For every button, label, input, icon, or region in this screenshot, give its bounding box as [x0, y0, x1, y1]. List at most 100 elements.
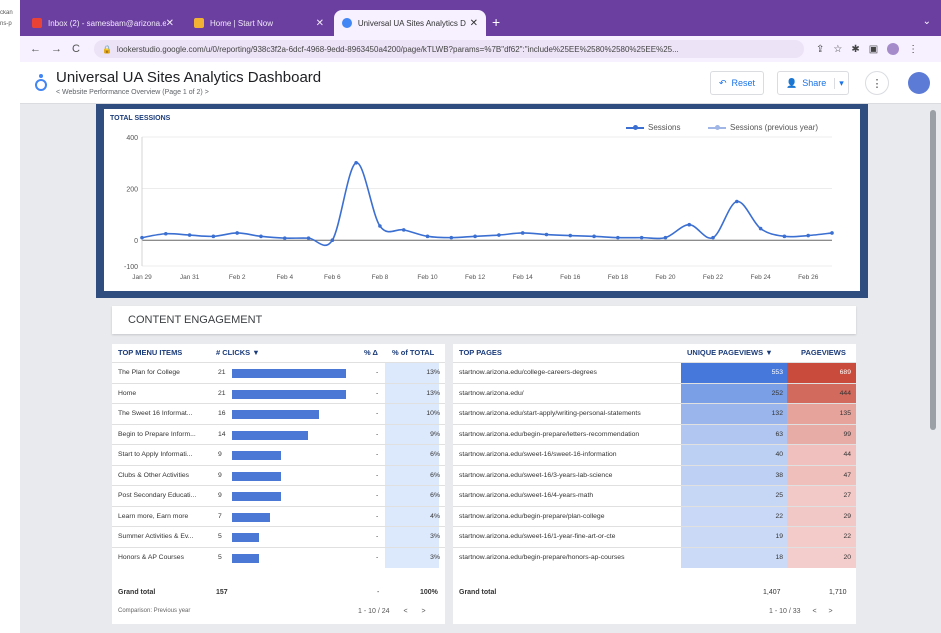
page-path[interactable]: startnow.arizona.edu/begin-prepare/lette…: [459, 425, 677, 445]
col-header-page[interactable]: TOP PAGES: [459, 344, 502, 362]
table-row[interactable]: Learn more, Earn more 7 - 4%: [112, 505, 445, 527]
page-path[interactable]: startnow.arizona.edu/: [459, 384, 677, 404]
table-row[interactable]: startnow.arizona.edu/sweet-16/4-years-ma…: [453, 485, 856, 506]
star-icon[interactable]: ☆: [833, 44, 842, 55]
click-bar: [232, 451, 281, 460]
share-label: Share: [802, 78, 827, 88]
close-icon[interactable]: ✕: [166, 18, 174, 29]
pager-range: 1 - 10 / 33: [769, 608, 801, 615]
chevron-down-icon[interactable]: ⌄: [923, 16, 931, 27]
share-page-icon[interactable]: ⇪: [816, 44, 824, 55]
tab-analytics-dashboard[interactable]: Universal UA Sites Analytics D ✕: [334, 10, 486, 36]
table-row[interactable]: Summer Activities & Ev... 5 - 3%: [112, 526, 445, 547]
data-point: [616, 235, 620, 240]
page-navigator[interactable]: < Website Performance Overview (Page 1 o…: [56, 89, 209, 96]
pageviews: 27: [843, 492, 851, 499]
x-tick-label: Feb 12: [465, 274, 486, 281]
table-row[interactable]: startnow.arizona.edu/college-careers-deg…: [453, 362, 856, 383]
chevron-down-icon[interactable]: ▾: [834, 77, 844, 89]
table-row[interactable]: Start to Apply Informati... 9 - 6%: [112, 444, 445, 465]
data-point: [163, 231, 168, 236]
col-header-pct-total[interactable]: % of TOTAL: [392, 344, 434, 362]
page-path[interactable]: startnow.arizona.edu/sweet-16/sweet-16-i…: [459, 445, 677, 465]
table-row[interactable]: The Sweet 16 Informat... 16 - 10%: [112, 403, 445, 424]
pages-pager: 1 - 10 / 33 < >: [769, 608, 833, 615]
data-point: [568, 233, 573, 238]
chevron-right-icon[interactable]: >: [205, 89, 209, 96]
back-arrow-icon[interactable]: ←: [30, 43, 41, 55]
col-header-clicks[interactable]: # CLICKS ▼: [216, 344, 260, 362]
close-icon[interactable]: ✕: [316, 18, 324, 29]
reload-icon[interactable]: C: [72, 43, 80, 55]
menu-item-name: Honors & AP Courses: [118, 553, 184, 561]
table-row[interactable]: Home 21 - 13%: [112, 382, 445, 404]
table-row[interactable]: startnow.arizona.edu/sweet-16/3-years-la…: [453, 464, 856, 486]
more-options-button[interactable]: ⋮: [865, 71, 889, 95]
page-path[interactable]: startnow.arizona.edu/sweet-16/4-years-ma…: [459, 486, 677, 506]
table-row[interactable]: startnow.arizona.edu/begin-prepare/plan-…: [453, 505, 856, 527]
reset-button[interactable]: ↶ Reset: [710, 71, 765, 95]
click-count: 9: [218, 451, 222, 458]
table-row[interactable]: Post Secondary Educati... 9 - 6%: [112, 485, 445, 506]
tab-home-title: Home | Start Now: [210, 18, 273, 28]
col-header-delta[interactable]: % Δ: [364, 344, 378, 362]
chevron-right-icon[interactable]: >: [422, 608, 426, 615]
table-row[interactable]: startnow.arizona.edu/start-apply/writing…: [453, 403, 856, 424]
forward-arrow-icon[interactable]: →: [51, 43, 62, 55]
menu-item-name: The Sweet 16 Informat...: [118, 410, 193, 417]
gmail-icon: [32, 18, 42, 28]
url-bar[interactable]: 🔒 lookerstudio.google.com/u/0/reporting/…: [93, 40, 804, 58]
share-button[interactable]: 👤 Share ▾: [777, 71, 849, 95]
data-point: [378, 224, 382, 228]
page-path[interactable]: startnow.arizona.edu/sweet-16/1-year-fin…: [459, 527, 677, 547]
col-header-menu-item[interactable]: TOP MENU ITEMS: [118, 344, 182, 362]
page-path[interactable]: startnow.arizona.edu/begin-prepare/honor…: [459, 548, 677, 568]
sidepanel-icon[interactable]: ▣: [869, 44, 878, 55]
tab-bar: Inbox (2) - samesbam@arizona.ed ✕ Home |…: [20, 6, 941, 36]
col-header-unique-pageviews[interactable]: UNIQUE PAGEVIEWS ▼: [687, 344, 773, 362]
tab-gmail[interactable]: Inbox (2) - samesbam@arizona.ed ✕: [24, 10, 182, 36]
chevron-right-icon[interactable]: >: [829, 608, 833, 615]
toolbar-icons: ⇪ ☆ ✱ ▣ ⋮: [816, 43, 918, 55]
scrollbar[interactable]: [930, 110, 938, 430]
menu-item-name: Begin to Prepare Inform...: [118, 430, 196, 438]
sessions-chart[interactable]: TOTAL SESSIONS Sessions Sessions (previo…: [104, 109, 860, 291]
click-bar: [232, 410, 319, 419]
page-path[interactable]: startnow.arizona.edu/start-apply/writing…: [459, 404, 677, 424]
table-row[interactable]: startnow.arizona.edu/begin-prepare/lette…: [453, 423, 856, 445]
more-icon[interactable]: ⋮: [908, 44, 918, 55]
pageviews: 44: [843, 451, 851, 458]
close-icon[interactable]: ✕: [470, 18, 478, 29]
table-row[interactable]: startnow.arizona.edu/sweet-16/sweet-16-i…: [453, 444, 856, 465]
x-tick-label: Feb 18: [608, 274, 629, 281]
chevron-left-icon[interactable]: <: [403, 608, 407, 615]
chevron-left-icon[interactable]: <: [56, 89, 60, 96]
table-row[interactable]: startnow.arizona.edu/sweet-16/1-year-fin…: [453, 526, 856, 547]
content-engagement-header: CONTENT ENGAGEMENT: [112, 306, 856, 334]
table-row[interactable]: Honors & AP Courses 5 - 3%: [112, 546, 445, 568]
looker-studio-logo-icon: [35, 74, 47, 91]
y-tick-label: -100: [124, 264, 138, 271]
menu-item-name: Summer Activities & Ev...: [118, 533, 194, 540]
avatar[interactable]: [908, 72, 930, 94]
page-path[interactable]: startnow.arizona.edu/college-careers-deg…: [459, 363, 677, 383]
page-path[interactable]: startnow.arizona.edu/begin-prepare/plan-…: [459, 507, 677, 527]
table-row[interactable]: The Plan for College 21 - 13%: [112, 362, 445, 383]
chevron-left-icon[interactable]: <: [812, 608, 816, 615]
grand-total-pct: 100%: [420, 589, 438, 596]
table-row[interactable]: startnow.arizona.edu/252 444: [453, 382, 856, 404]
unique-pageviews: 25: [775, 492, 783, 499]
col-header-pageviews[interactable]: PAGEVIEWS: [801, 344, 846, 362]
page-path[interactable]: startnow.arizona.edu/sweet-16/3-years-la…: [459, 466, 677, 486]
new-tab-button[interactable]: +: [492, 14, 500, 30]
table-row[interactable]: startnow.arizona.edu/begin-prepare/honor…: [453, 546, 856, 568]
strip-text-2: ns-p: [0, 21, 12, 27]
tab-home-start-now[interactable]: Home | Start Now ✕: [186, 10, 332, 36]
profile-avatar[interactable]: [887, 43, 900, 55]
table-row[interactable]: Begin to Prepare Inform... 14 - 9%: [112, 423, 445, 445]
extensions-icon[interactable]: ✱: [851, 44, 859, 55]
scrollbar-thumb[interactable]: [930, 110, 936, 430]
pageviews: 29: [843, 512, 851, 520]
table-row[interactable]: Clubs & Other Activities 9 - 6%: [112, 464, 445, 486]
y-tick-label: 0: [134, 238, 138, 245]
